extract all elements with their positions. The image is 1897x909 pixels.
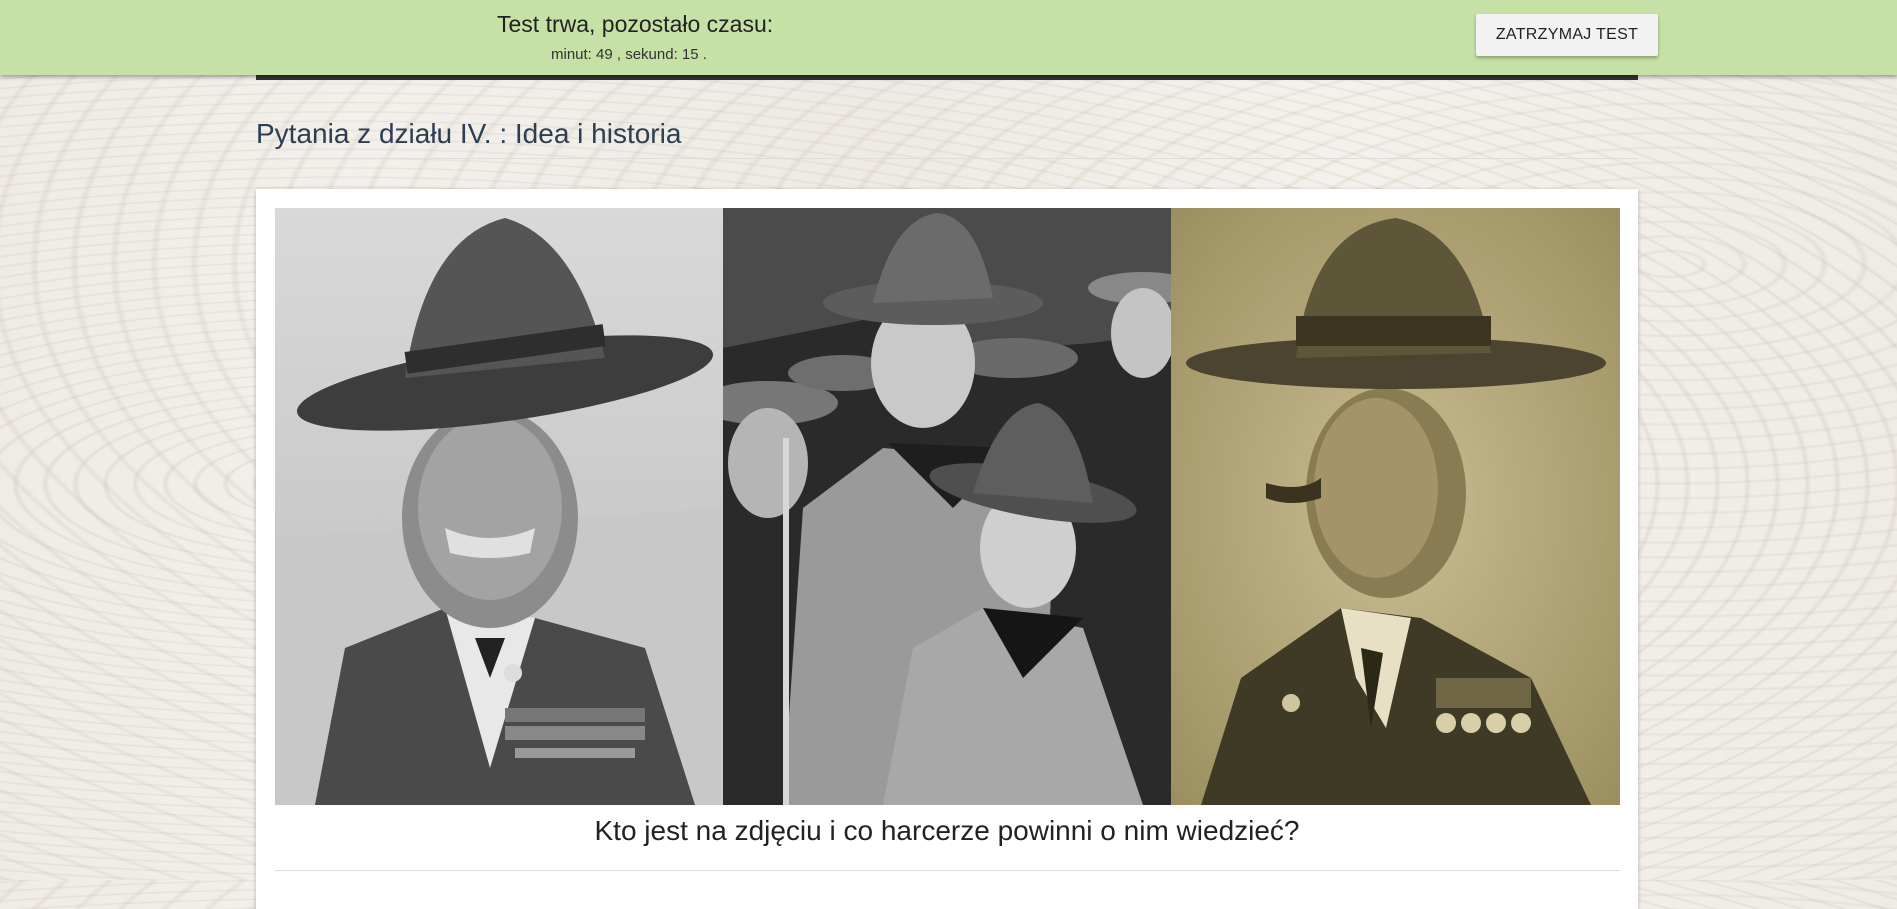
question-text: Kto jest na zdjęciu i co harcerze powinn… [594,815,1300,846]
timer-remaining: minut: 49 , sekund: 15 . [551,46,707,63]
portrait-photo-right [1171,208,1620,805]
portrait-photo-left [275,208,723,805]
timer-title: Test trwa, pozostało czasu: [497,11,774,37]
timer-bar: Test trwa, pozostało czasu: minut: 49 , … [0,0,1897,75]
question-card: Kto jest na zdjęciu i co harcerze powinn… [256,189,1638,909]
section-divider [256,158,1638,159]
group-photo-center [723,208,1171,805]
stop-test-button[interactable]: ZATRZYMAJ TEST [1476,14,1658,56]
question-image [275,208,1620,805]
section-title: Pytania z działu IV. : Idea i historia [256,118,682,149]
question-divider [275,870,1620,871]
